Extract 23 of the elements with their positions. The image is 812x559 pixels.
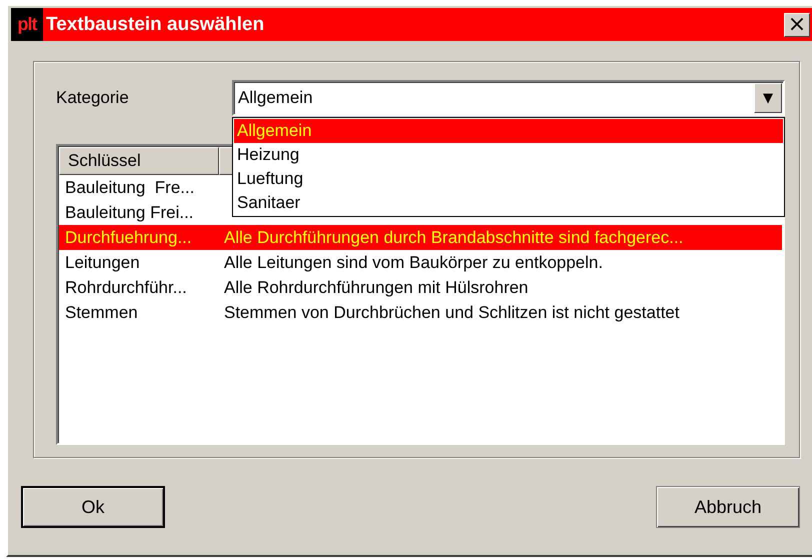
close-button[interactable]: × [784,12,810,36]
dropdown-option[interactable]: Allgemein [234,119,783,143]
category-dropdown[interactable]: Allgemein ▼ [232,80,785,116]
list-row[interactable]: Durchfuehrung... Alle Durchführungen durch Brandabschnitte sind fachgerec... [59,225,782,250]
key-cell-text: Stemmen [64,302,139,322]
app-logo: plt [11,8,43,41]
cancel-button[interactable]: Abbruch [656,486,800,528]
list-row[interactable]: Stemmen Stemmen von Durchbrüchen und Schlitzen ist nicht gestattet [59,300,782,325]
dropdown-value: Allgemein [238,88,314,108]
key-cell-text: Durchfuehrung... [64,228,193,248]
key-cell-text: Rohrdurchführ... [64,278,188,298]
column-header[interactable]: Schlüssel [59,147,219,175]
ok-button[interactable]: Ok [21,486,165,528]
category-label: Kategorie [56,88,130,108]
window-title: Textbaustein auswählen [46,14,266,36]
text-cell-text: Stemmen von Durchbrüchen und Schlitzen ist nicht gestattet [223,302,680,322]
key-cell-text: Leitungen [64,252,141,272]
text-cell-text: Alle Durchführungen durch Brandabschnitte sind fachgerec... [223,228,684,248]
text-cell-text: Alle Leitungen sind vom Baukörper zu entkoppeln. [223,252,604,272]
text-cell-text: Alle Rohrdurchführungen mit Hülsrohren [223,278,530,298]
list-row[interactable]: Rohrdurchführ... Alle Rohrdurchführungen mit Hülsrohren [59,275,782,300]
list-row[interactable]: Leitungen Alle Leitungen sind vom Baukörper zu entkoppeln. [59,250,782,275]
dropdown-arrow-button[interactable]: ▼ [754,83,782,113]
